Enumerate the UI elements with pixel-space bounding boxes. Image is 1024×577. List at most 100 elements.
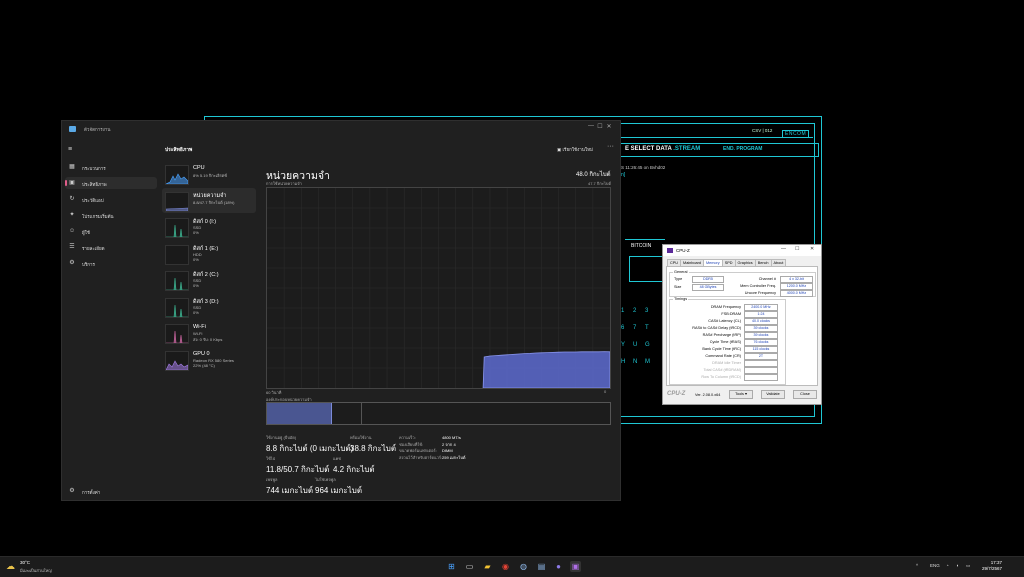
resource-item[interactable]: Wi-Fi Wi-Fi ส่ง: 0 รับ: 0 Kbps [162, 320, 256, 345]
processes-icon: ▦ [69, 164, 75, 170]
keypad-key[interactable]: 6 [621, 320, 633, 337]
memory-usage-area [482, 351, 610, 388]
stat-available: พร้อมใช้งาน 38.8 กิกะไบต์ [350, 434, 396, 455]
cpuz-tab-memory[interactable]: Memory [702, 259, 723, 266]
task-manager-taskbar-icon[interactable]: ▤ [536, 561, 547, 572]
resource-item[interactable]: ดิสก์ 3 (D:) SSD 0% [162, 294, 256, 319]
channel-label: Channel # [758, 277, 776, 281]
nav-settings[interactable]: ⚙ การตั้งค่า [65, 485, 157, 497]
stat-value: 964 เมกะไบต์ [315, 486, 363, 495]
cpuz-tab-spd[interactable]: SPD [721, 259, 736, 266]
clock[interactable]: 17:37 29/7/2567 [978, 560, 1002, 572]
keypad-key[interactable]: 1 [621, 303, 633, 320]
nav-processes[interactable]: ▦ กระบวนการ [65, 161, 157, 173]
gear-icon: ⚙ [69, 488, 75, 494]
maximize-button[interactable]: ☐ [593, 123, 607, 130]
resource-name: CPU [193, 165, 205, 171]
app-icon[interactable]: ● [553, 561, 564, 572]
stat-label: ใช้ไป [266, 456, 276, 461]
end-program-button[interactable]: END. PROGRAM [723, 146, 762, 152]
timing-value: 1:24 [744, 311, 778, 318]
cpuz-tab-graphics[interactable]: Graphics [734, 259, 756, 266]
nav-details[interactable]: ☰ รายละเอียด [65, 241, 157, 253]
timing-value: 40.0 clocks [744, 318, 778, 325]
nav-startup-apps[interactable]: ✦ โปรแกรมเริ่มต้น [65, 209, 157, 221]
keypad-key[interactable]: T [645, 320, 657, 337]
stat-in-use: ใช้งานอยู่ (บีบอัด) 8.8 กิกะไบต์ (0 เมกะ… [266, 434, 353, 455]
close-dialog-button[interactable]: Close [793, 390, 817, 399]
timing-value: 76 clocks [744, 339, 778, 346]
weather-temp[interactable]: 30°C [20, 560, 30, 565]
history-icon: ↻ [69, 196, 75, 202]
keypad-key[interactable]: M [645, 354, 657, 371]
volume-icon[interactable]: ◖ [956, 563, 959, 568]
keypad-key[interactable]: H [621, 354, 633, 371]
nav-performance[interactable]: ▣ ประสิทธิภาพ [65, 177, 157, 189]
sparkline-svg [166, 304, 188, 317]
timing-label: Bank Cycle Time (tRC) [702, 347, 741, 351]
cpuz-tab-bench[interactable]: Bench [754, 259, 772, 266]
sparkline-shape [166, 224, 188, 237]
resource-item[interactable]: ดิสก์ 1 (E:) HDD 0% [162, 241, 256, 266]
weather-icon[interactable]: ☁ [6, 561, 15, 572]
keypad-key[interactable]: U [633, 337, 645, 354]
timing-value: 115 clocks [744, 346, 778, 353]
sparkline-svg [166, 224, 188, 237]
chrome-icon[interactable]: ◉ [500, 561, 511, 572]
tray-overflow-icon[interactable]: ^ [916, 563, 918, 568]
timing-value [744, 367, 778, 374]
channel-value: 4 x 32-bit [780, 276, 813, 283]
nav-app-history[interactable]: ↻ ประวัติแอป [65, 193, 157, 205]
timing-value [744, 360, 778, 367]
stat-label: พร้อมใช้งาน [350, 435, 372, 440]
select-accent: .STREAM [673, 146, 701, 152]
timing-label: RAS# Precharge (tRP) [702, 333, 741, 337]
resource-item[interactable]: GPU 0 Radeon RX 580 Series 22% (48 °C) [162, 347, 256, 372]
cpuz-close-button[interactable]: ✕ [810, 246, 814, 252]
resource-item[interactable]: ดิสก์ 2 (C:) SSD 0% [162, 267, 256, 292]
resource-item[interactable]: ดิสก์ 0 (I:) SSD 0% [162, 214, 256, 239]
battery-icon[interactable]: ▭ [966, 563, 970, 569]
resource-detail: 8.8/47.7 กิกะไบต์ (18%) [193, 199, 235, 205]
keypad-key[interactable]: 3 [645, 303, 657, 320]
cpuz-maximize-button[interactable]: ☐ [795, 246, 799, 252]
keypad-key[interactable]: G [645, 337, 657, 354]
keypad-key[interactable]: 7 [633, 320, 645, 337]
cpuz-app-icon [667, 248, 673, 253]
nav-users[interactable]: ☺ ผู้ใช้ [65, 225, 157, 237]
memory-composition-bar [266, 402, 611, 425]
general-group-label: General [673, 270, 689, 274]
terminal-divider [625, 239, 665, 240]
keypad-key[interactable]: N [633, 354, 645, 371]
run-new-task-button[interactable]: ▣ เรียกใช้งานใหม่ [557, 146, 593, 153]
cpuz-minimize-button[interactable]: — [781, 246, 786, 252]
wifi-icon[interactable]: ◔ [946, 563, 949, 568]
task-view-icon[interactable]: ▭ [464, 561, 475, 572]
weather-condition[interactable]: มีเมฆเป็นส่วนใหญ่ [20, 567, 52, 574]
more-options-icon[interactable]: ··· [607, 143, 614, 150]
validate-button[interactable]: Validate [761, 390, 785, 399]
resource-item[interactable]: หน่วยความจำ 8.8/47.7 กิกะไบต์ (18%) [162, 187, 256, 213]
memory-usage-label: การใช้หน่วยความจำ [266, 181, 302, 186]
start-icon[interactable]: ⊞ [446, 561, 457, 572]
steam-icon[interactable]: ◍ [518, 561, 529, 572]
keypad-key[interactable]: 2 [633, 303, 645, 320]
language-indicator[interactable]: ENG [930, 563, 940, 568]
hamburger-menu-icon[interactable]: ≡ [68, 146, 72, 153]
stat-nonpaged-pool: ไม่ใช่เพจพูล 964 เมกะไบต์ [315, 476, 362, 497]
cpuz-taskbar-icon[interactable]: ▣ [570, 561, 581, 572]
cpuz-tab-cpu[interactable]: CPU [667, 259, 682, 266]
composition-in-use [267, 403, 332, 424]
keypad-key[interactable]: Y [621, 337, 633, 354]
nav-label: บริการ [82, 262, 95, 267]
size-label: Size [674, 285, 682, 289]
cpuz-tab-mainboard[interactable]: Mainboard [680, 259, 704, 266]
nav-services[interactable]: ⚙ บริการ [65, 257, 157, 269]
timing-label: DRAM Frequency [710, 305, 741, 309]
tools-button[interactable]: Tools ▾ [729, 390, 753, 399]
resource-item[interactable]: CPU 8% 5.19 กิกะเฮิรตซ์ [162, 161, 256, 186]
cpuz-tab-about[interactable]: About [770, 259, 787, 266]
file-explorer-icon[interactable]: ▰ [482, 561, 493, 572]
resource-name: Wi-Fi [193, 324, 206, 330]
type-value: DDR5 [692, 276, 724, 283]
